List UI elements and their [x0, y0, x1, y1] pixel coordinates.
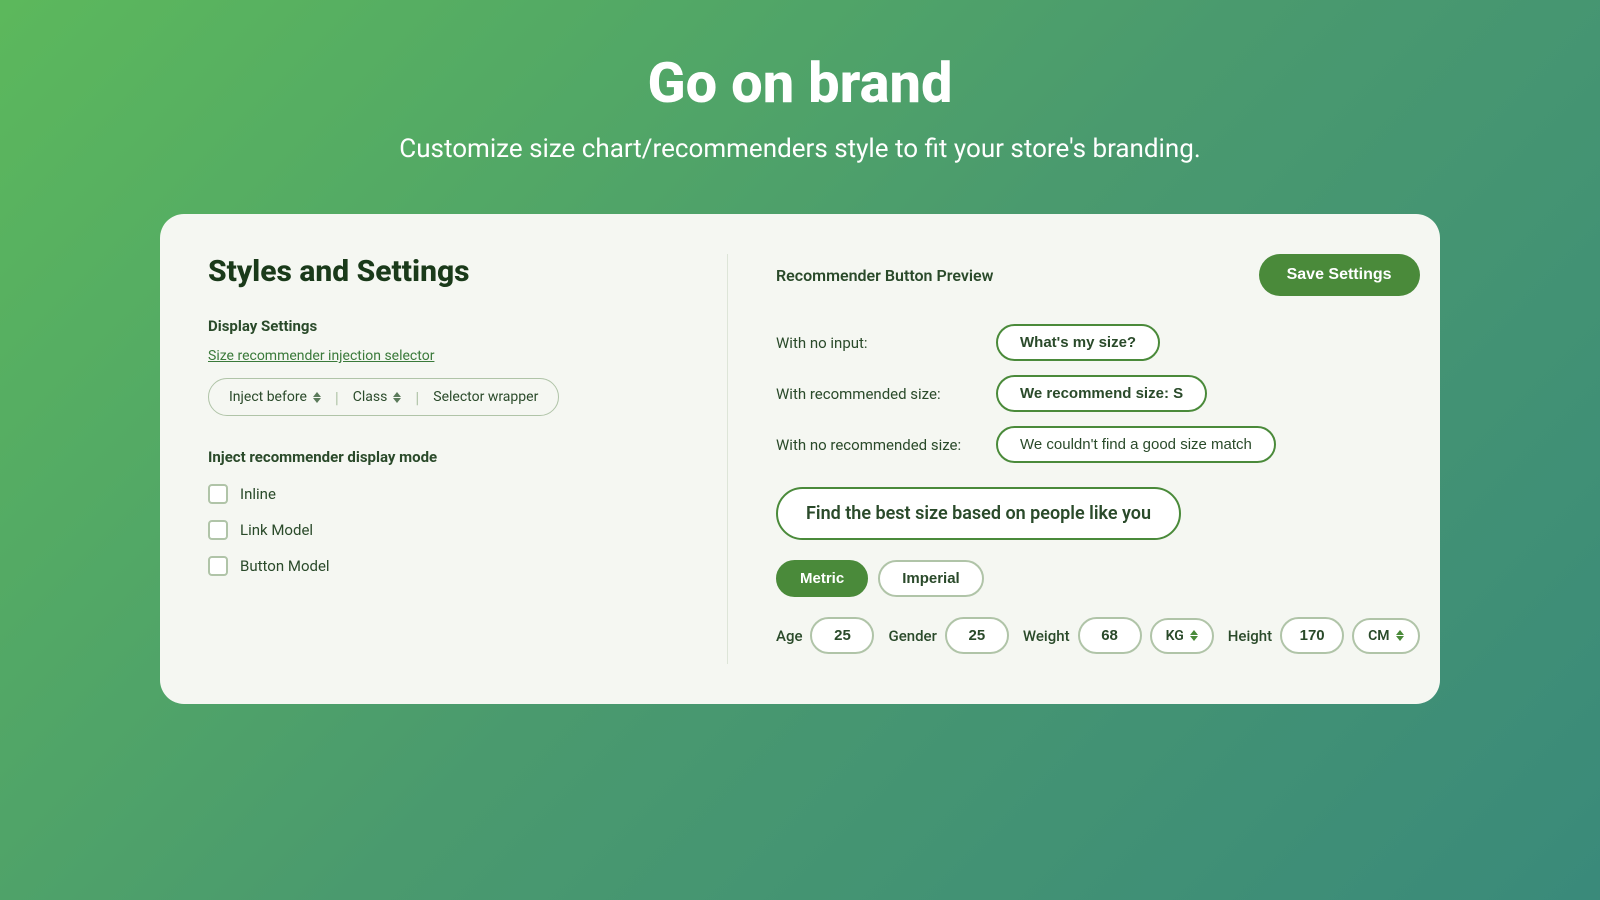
- class-spinner-icon: [393, 392, 401, 403]
- gender-group: Gender: [888, 617, 1008, 654]
- weight-label: Weight: [1023, 627, 1070, 645]
- injection-selector-link[interactable]: Size recommender injection selector: [208, 348, 434, 364]
- preview-row-no-input: With no input: What's my size?: [776, 324, 1420, 361]
- checkbox-link-model-label: Link Model: [240, 521, 313, 539]
- recommended-btn[interactable]: We recommend size: S: [996, 375, 1207, 412]
- page-title: Go on brand: [647, 50, 952, 116]
- checkbox-button-model-box[interactable]: [208, 556, 228, 576]
- height-group: Height CM: [1228, 617, 1420, 654]
- display-settings-label: Display Settings: [208, 317, 679, 335]
- metric-btn[interactable]: Metric: [776, 560, 868, 597]
- inject-before-label: Inject before: [229, 389, 307, 405]
- class-selector[interactable]: Class: [349, 387, 406, 407]
- preview-title: Recommender Button Preview: [776, 266, 993, 285]
- checkbox-inline-box[interactable]: [208, 484, 228, 504]
- selector-divider-2: |: [415, 388, 419, 407]
- checkbox-link-model[interactable]: Link Model: [208, 520, 679, 540]
- gender-input[interactable]: [945, 617, 1009, 654]
- weight-unit-label: KG: [1166, 628, 1184, 644]
- weight-group: Weight KG: [1023, 617, 1214, 654]
- unit-toggle-row: Metric Imperial: [776, 560, 1420, 597]
- checkbox-button-model-label: Button Model: [240, 557, 330, 575]
- page-subtitle: Customize size chart/recommenders style …: [399, 134, 1200, 164]
- preview-row-no-match: With no recommended size: We couldn't fi…: [776, 426, 1420, 463]
- selector-wrapper[interactable]: Selector wrapper: [429, 387, 542, 407]
- preview-rows: With no input: What's my size? With reco…: [776, 324, 1420, 463]
- left-panel: Styles and Settings Display Settings Siz…: [208, 254, 728, 664]
- right-panel: Recommender Button Preview Save Settings…: [728, 254, 1420, 664]
- preview-row-recommended: With recommended size: We recommend size…: [776, 375, 1420, 412]
- weight-unit-spinner-icon: [1190, 630, 1198, 641]
- save-settings-button[interactable]: Save Settings: [1259, 254, 1420, 296]
- selector-row: Inject before | Class | Selector wrapper: [208, 378, 559, 416]
- inject-mode-label: Inject recommender display mode: [208, 448, 679, 466]
- recommended-label: With recommended size:: [776, 385, 976, 403]
- checkbox-inline[interactable]: Inline: [208, 484, 679, 504]
- section-title: Styles and Settings: [208, 254, 679, 289]
- weight-unit-select[interactable]: KG: [1150, 618, 1214, 654]
- age-input[interactable]: [810, 617, 874, 654]
- no-match-label: With no recommended size:: [776, 436, 976, 454]
- recommender-preview-card: Find the best size based on people like …: [776, 487, 1181, 540]
- checkbox-list: Inline Link Model Button Model: [208, 484, 679, 576]
- measurements-row: Age Gender Weight KG Height: [776, 617, 1420, 654]
- imperial-btn[interactable]: Imperial: [878, 560, 984, 597]
- selector-wrapper-label: Selector wrapper: [433, 389, 538, 405]
- no-input-btn[interactable]: What's my size?: [996, 324, 1160, 361]
- no-input-label: With no input:: [776, 334, 976, 352]
- no-match-btn[interactable]: We couldn't find a good size match: [996, 426, 1276, 463]
- checkbox-link-model-box[interactable]: [208, 520, 228, 540]
- checkbox-button-model[interactable]: Button Model: [208, 556, 679, 576]
- age-label: Age: [776, 627, 802, 645]
- gender-label: Gender: [888, 627, 936, 645]
- class-label: Class: [353, 389, 388, 405]
- main-card: Styles and Settings Display Settings Siz…: [160, 214, 1440, 704]
- selector-divider-1: |: [335, 388, 339, 407]
- weight-input[interactable]: [1078, 617, 1142, 654]
- height-label: Height: [1228, 627, 1272, 645]
- height-unit-label: CM: [1368, 628, 1389, 644]
- height-input[interactable]: [1280, 617, 1344, 654]
- height-unit-spinner-icon: [1396, 630, 1404, 641]
- right-header: Recommender Button Preview Save Settings: [776, 254, 1420, 296]
- height-unit-select[interactable]: CM: [1352, 618, 1419, 654]
- inject-before-spinner-icon: [313, 392, 321, 403]
- inject-before-selector[interactable]: Inject before: [225, 387, 325, 407]
- age-group: Age: [776, 617, 874, 654]
- checkbox-inline-label: Inline: [240, 485, 276, 503]
